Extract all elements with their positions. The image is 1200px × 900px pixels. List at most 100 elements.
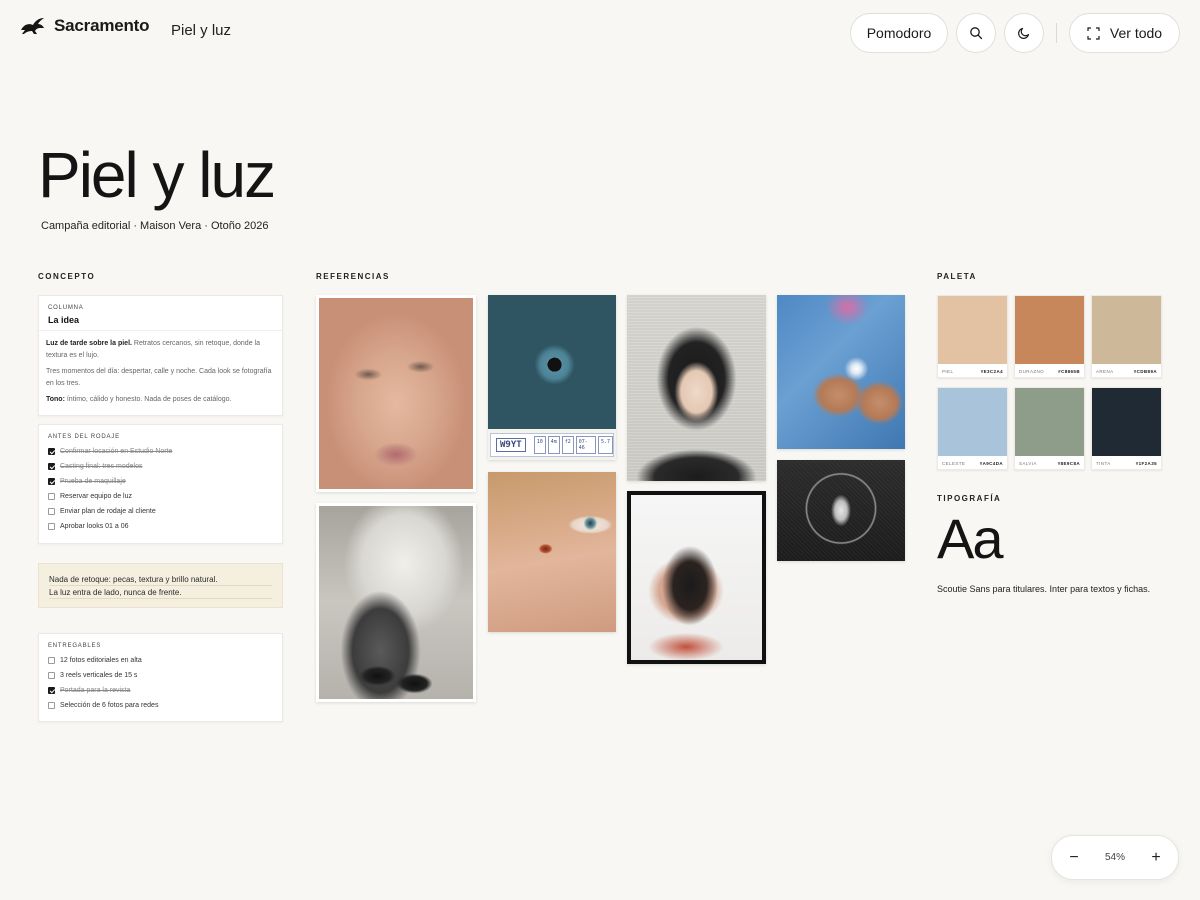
swatch-color — [1015, 296, 1084, 364]
palette-swatch[interactable]: PIEL #E3C2A4 — [937, 295, 1008, 378]
idea-paragraph-bold: Tono: — [46, 396, 65, 403]
checklist-item[interactable]: Prueba de maquillaje — [48, 474, 273, 489]
photo-image — [627, 295, 766, 481]
zoom-control: − 54% + — [1051, 835, 1179, 880]
checklist-item[interactable]: Casting final: tres modelos — [48, 459, 273, 474]
idea-card-title: La idea — [48, 315, 80, 325]
checklist-item[interactable]: Selección de 6 fotos para redes — [48, 698, 273, 713]
idea-card-kicker: COLUMNA — [48, 305, 84, 311]
checklist-item-label: Selección de 6 fotos para redes — [60, 702, 159, 709]
palette-swatch[interactable]: DURAZNO #C8865B — [1014, 295, 1085, 378]
idea-paragraph: Tono: íntimo, cálido y honesto. Nada de … — [46, 394, 275, 406]
swatch-hex: #1F2A35 — [1135, 460, 1157, 466]
reference-photo-ladybug[interactable] — [488, 472, 616, 632]
checkbox[interactable] — [48, 508, 55, 515]
breadcrumb[interactable]: Piel y luz — [171, 22, 231, 39]
section-label-references: REFERENCIAS — [316, 272, 390, 281]
checklist-title: ANTES DEL RODAJE — [48, 434, 120, 440]
section-label-typography: TIPOGRAFÍA — [937, 494, 1002, 503]
checklist-item-label: 3 reels verticales de 15 s — [60, 672, 138, 679]
brand[interactable]: Sacramento — [20, 16, 150, 36]
checkbox-checked[interactable] — [48, 687, 55, 694]
swatch-name: SALVIA — [1019, 460, 1037, 466]
checklist-item-label: Portada para la revista — [60, 687, 131, 694]
checklist-item[interactable]: 12 fotos editoriales en alta — [48, 653, 273, 668]
view-all-label: Ver todo — [1109, 25, 1163, 41]
checklist-item-label: Aprobar looks 01 a 06 — [60, 523, 129, 530]
checkbox-checked[interactable] — [48, 478, 55, 485]
theme-toggle-button[interactable] — [1004, 13, 1044, 53]
reference-photo-face-closeup[interactable] — [316, 295, 476, 492]
zoom-in-button[interactable]: + — [1150, 849, 1162, 867]
note-line: Nada de retoque: pecas, textura y brillo… — [49, 574, 272, 586]
swatch-hex: #E3C2A4 — [980, 368, 1003, 374]
note-line: La luz entra de lado, nunca de frente. — [49, 587, 272, 599]
ticket-cell: 4m — [547, 436, 560, 454]
checklist-item[interactable]: 3 reels verticales de 15 s — [48, 668, 273, 683]
reference-photo-seated-figure[interactable] — [316, 503, 476, 702]
swatch-name: PIEL — [942, 368, 954, 374]
checklist-item[interactable]: Reservar equipo de luz — [48, 489, 273, 504]
view-all-button[interactable]: Ver todo — [1069, 13, 1180, 53]
checkbox[interactable] — [48, 702, 55, 709]
checklist-item[interactable]: Confirmar locación en Estudio Norte — [48, 444, 273, 459]
ticket-cell: 07-46 — [575, 436, 596, 454]
checklist-card: ANTES DEL RODAJE Confirmar locación en E… — [38, 424, 283, 544]
toolbar-divider — [1056, 23, 1057, 43]
checkbox[interactable] — [48, 493, 55, 500]
checkbox[interactable] — [48, 672, 55, 679]
swatch-color — [1092, 296, 1161, 364]
photo-image — [319, 506, 473, 699]
photo-image — [631, 495, 762, 660]
section-label-palette: PALETA — [937, 272, 977, 281]
swatch-hex: #CDB89A — [1133, 368, 1157, 374]
idea-paragraph-bold: Luz de tarde sobre la piel. — [46, 340, 132, 347]
swatch-meta: PIEL #E3C2A4 — [938, 364, 1007, 378]
pomodoro-button[interactable]: Pomodoro — [850, 13, 948, 53]
reference-photo-portrait-bangs[interactable] — [627, 295, 766, 481]
swatch-meta: CELESTE #A9C4DA — [938, 456, 1007, 470]
palette-swatch[interactable]: SALVIA #8E9C8A — [1014, 387, 1085, 470]
checkbox-checked[interactable] — [48, 448, 55, 455]
palette-swatch[interactable]: ARENA #CDB89A — [1091, 295, 1162, 378]
checklist-item[interactable]: Portada para la revista — [48, 683, 273, 698]
checkbox[interactable] — [48, 657, 55, 664]
zoom-out-button[interactable]: − — [1068, 849, 1080, 867]
swatch-meta: SALVIA #8E9C8A — [1015, 456, 1084, 470]
note-card[interactable]: Nada de retoque: pecas, textura y brillo… — [38, 563, 283, 608]
swatch-color — [1015, 388, 1084, 456]
ticket-cells: 10 4m f2 07-46 5.7 — [533, 436, 613, 454]
palette-swatch[interactable]: CELESTE #A9C4DA — [937, 387, 1008, 470]
idea-card-body: Luz de tarde sobre la piel. Retratos cer… — [39, 331, 282, 406]
deliverables-title: ENTREGABLES — [48, 643, 102, 649]
reference-photo-eye[interactable]: W9YT 10 4m f2 07-46 5.7 — [488, 295, 616, 460]
typography-caption: Scoutie Sans para titulares. Inter para … — [937, 584, 1151, 594]
palette-swatch[interactable]: TINTA #1F2A35 — [1091, 387, 1162, 470]
swatch-color — [1092, 388, 1161, 456]
checklist-item[interactable]: Enviar plan de rodaje al cliente — [48, 504, 273, 519]
checkbox[interactable] — [48, 523, 55, 530]
film-ticket: W9YT 10 4m f2 07-46 5.7 — [490, 433, 614, 457]
checklist-item[interactable]: Aprobar looks 01 a 06 — [48, 519, 273, 534]
checklist-item-label: Enviar plan de rodaje al cliente — [60, 508, 156, 515]
reference-photo-denim-light[interactable] — [777, 295, 905, 449]
checklist-item-label: Casting final: tres modelos — [60, 463, 143, 470]
idea-card-header: COLUMNA La idea — [39, 296, 282, 331]
reference-photo-dark-ring[interactable] — [777, 460, 905, 561]
checklist-item-label: 12 fotos editoriales en alta — [60, 657, 142, 664]
photo-image — [777, 295, 905, 449]
checkbox-checked[interactable] — [48, 463, 55, 470]
zoom-level: 54% — [1104, 852, 1125, 863]
search-button[interactable] — [956, 13, 996, 53]
idea-card[interactable]: COLUMNA La idea Luz de tarde sobre la pi… — [38, 295, 283, 416]
checklist-item-label: Prueba de maquillaje — [60, 478, 126, 485]
top-bar: Sacramento Piel y luz Pomodoro Ver todo — [0, 0, 1200, 66]
ticket-code: W9YT — [496, 438, 526, 452]
section-label-concept: CONCEPTO — [38, 272, 96, 281]
brand-name: Sacramento — [54, 16, 150, 35]
moon-icon — [1018, 27, 1030, 39]
checklist-item-label: Reservar equipo de luz — [60, 493, 132, 500]
checklist-item-label: Confirmar locación en Estudio Norte — [60, 448, 173, 455]
reference-photo-polaroid-portrait[interactable] — [627, 491, 766, 664]
idea-paragraph-text: íntimo, cálido y honesto. Nada de poses … — [64, 396, 232, 403]
